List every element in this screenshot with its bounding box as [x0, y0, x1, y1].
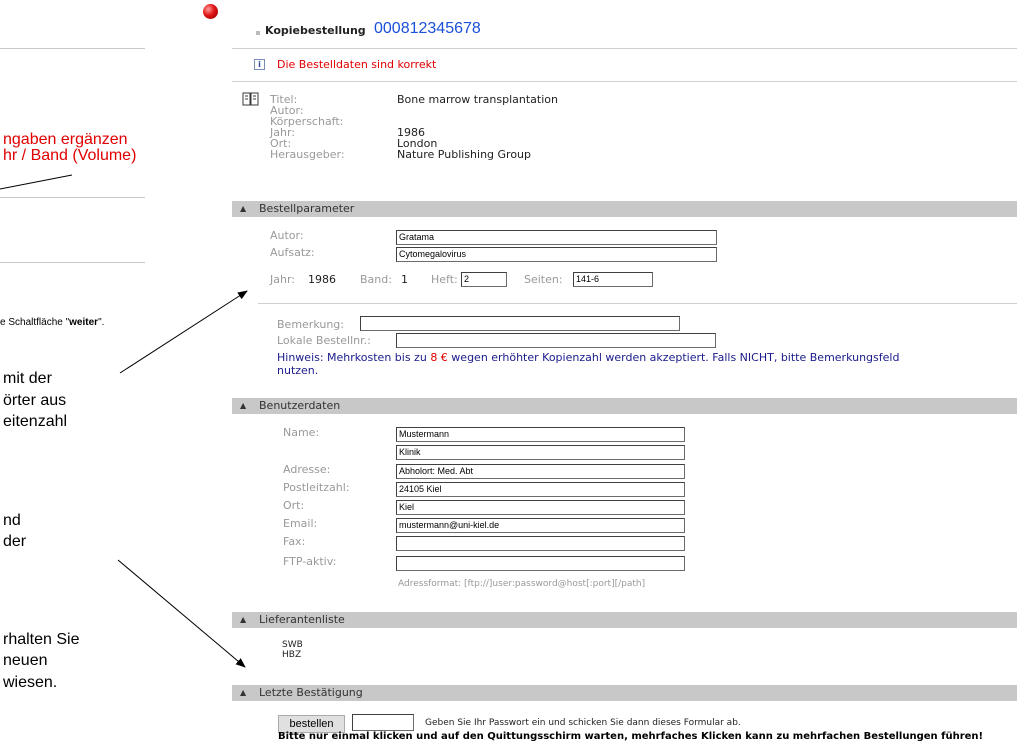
plz-input[interactable]: 24105 Kiel	[396, 482, 685, 497]
band-label: Band:	[360, 273, 392, 286]
jahr-label: Jahr:	[270, 273, 295, 286]
hint-text-line2: nutzen.	[277, 364, 319, 377]
email-input[interactable]: mustermann@uni-kiel.de	[396, 518, 685, 533]
fax-label: Fax:	[283, 535, 306, 548]
name2-input[interactable]: Klinik	[396, 445, 685, 460]
value-herausgeber: Nature Publishing Group	[397, 148, 532, 161]
seiten-input[interactable]: 141-6	[573, 272, 653, 287]
warning-text: Bitte nur einmal klicken und auf den Qui…	[278, 731, 984, 742]
collapse-icon: ▲	[240, 204, 247, 213]
collapse-icon: ▲	[240, 615, 247, 624]
name-input[interactable]: Mustermann	[396, 427, 685, 442]
record-labels: Titel: Autor: Körperschaft: Jahr: Ort: H…	[270, 94, 345, 160]
jahr-value: 1986	[308, 273, 336, 286]
divider	[232, 48, 1017, 49]
autor-label: Autor:	[270, 229, 304, 242]
value-titel: Bone marrow transplantation	[397, 93, 558, 106]
section-letzte-bestaetigung[interactable]: ▲ Letzte Bestätigung	[232, 685, 1017, 701]
section-title: Letzte Bestätigung	[259, 686, 363, 699]
fax-input[interactable]	[396, 536, 685, 551]
divider	[258, 303, 1017, 304]
record-values: Bone marrow transplantation 1986 London …	[397, 94, 558, 160]
section-lieferantenliste[interactable]: ▲ Lieferantenliste	[232, 612, 1017, 628]
arrow-line	[117, 559, 246, 668]
collapse-icon: ▲	[240, 401, 247, 410]
section-title: Lieferantenliste	[259, 613, 345, 626]
heft-input[interactable]: 2	[461, 272, 507, 287]
bullet-icon	[256, 31, 260, 35]
password-input[interactable]	[352, 714, 414, 731]
instruction-text: Geben Sie Ihr Passwort ein und schicken …	[425, 718, 741, 728]
format-hint: Adressformat: [ftp://]user:password@host…	[398, 579, 646, 589]
email-label: Email:	[283, 517, 318, 530]
bemerkung-label: Bemerkung:	[277, 318, 344, 331]
autor-input[interactable]: Gratama	[396, 230, 717, 245]
bemerkung-input[interactable]	[360, 316, 680, 331]
ftp-label: FTP-aktiv:	[283, 555, 337, 568]
ftp-input[interactable]	[396, 556, 685, 571]
lokale-bestellnr-input[interactable]	[396, 333, 716, 348]
heft-label: Heft:	[431, 273, 458, 286]
plz-label: Postleitzahl:	[283, 481, 350, 494]
name-label: Name:	[283, 426, 320, 439]
info-icon: i	[254, 59, 265, 70]
aufsatz-input[interactable]: Cytomegalovirus	[396, 247, 717, 262]
section-benutzerdaten[interactable]: ▲ Benutzerdaten	[232, 398, 1017, 414]
order-number: 000812345678	[374, 20, 481, 37]
divider	[232, 81, 1017, 82]
ort-label: Ort:	[283, 499, 305, 512]
status-message: Die Bestelldaten sind korrekt	[277, 58, 437, 71]
band-value: 1	[401, 273, 408, 286]
list-item: HBZ	[282, 650, 302, 660]
label-herausgeber: Herausgeber:	[270, 148, 345, 161]
section-bestellparameter[interactable]: ▲ Bestellparameter	[232, 201, 1017, 217]
ort-input[interactable]: Kiel	[396, 500, 685, 515]
hint-text: Hinweis: Mehrkosten bis zu 8 € wegen erh…	[277, 351, 900, 364]
aufsatz-label: Aufsatz:	[270, 246, 315, 259]
arrow-line	[0, 174, 73, 190]
red-ball-icon	[203, 4, 218, 19]
lokale-bestellnr-label: Lokale Bestellnr.:	[277, 334, 371, 347]
adresse-input[interactable]: Abholort: Med. Abt	[396, 464, 685, 479]
supplier-list: SWB HBZ	[282, 640, 303, 660]
section-title: Benutzerdaten	[259, 399, 341, 412]
list-item: SWB	[282, 640, 303, 650]
page-title: Kopiebestellung	[265, 24, 366, 37]
seiten-label: Seiten:	[524, 273, 563, 286]
value-autor	[397, 105, 558, 116]
section-title: Bestellparameter	[259, 202, 355, 215]
book-icon	[242, 92, 259, 106]
collapse-icon: ▲	[240, 688, 247, 697]
arrow-line	[119, 290, 248, 374]
adresse-label: Adresse:	[283, 463, 331, 476]
